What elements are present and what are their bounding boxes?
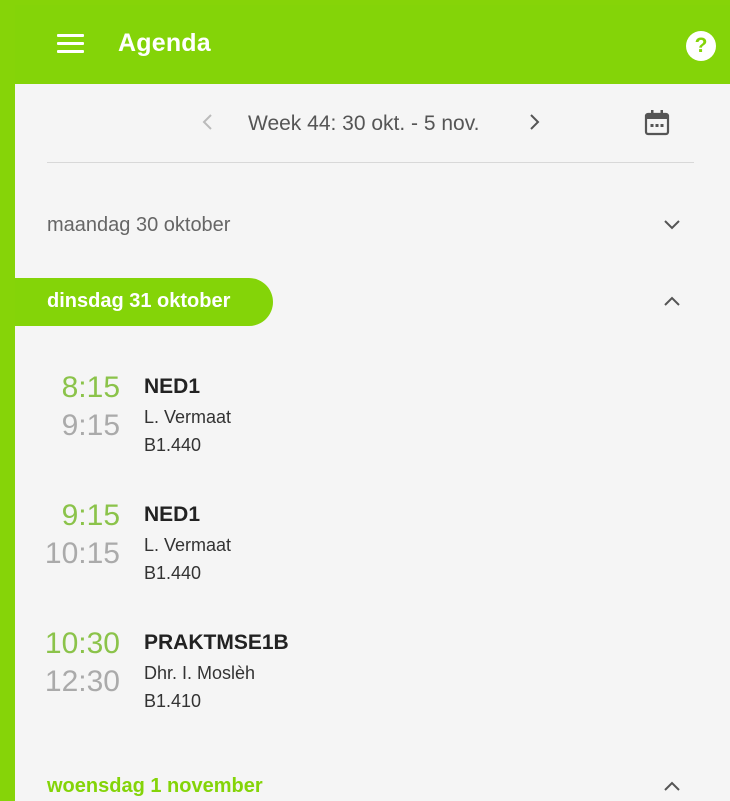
day-header-wednesday[interactable]: woensdag 1 november <box>15 763 730 801</box>
day-label: dinsdag 31 oktober <box>47 290 231 312</box>
day-header-tuesday[interactable]: dinsdag 31 oktober <box>15 278 730 328</box>
day-label: maandag 30 oktober <box>47 214 231 236</box>
day-label: woensdag 1 november <box>47 775 263 797</box>
end-time: 9:15 <box>61 409 120 442</box>
lesson-room: B1.440 <box>144 563 202 583</box>
lesson-subject: NED1 <box>144 375 201 398</box>
week-navigator: Week 44: 30 okt. - 5 nov. <box>15 84 730 164</box>
lesson-subject: NED1 <box>144 503 201 526</box>
lesson-item[interactable]: 9:15 10:15 NED1 L. Vermaat B1.440 <box>15 499 730 609</box>
chevron-right-icon[interactable] <box>522 110 546 134</box>
start-time: 9:15 <box>61 499 120 532</box>
lesson-teacher: L. Vermaat <box>144 407 232 427</box>
chevron-left-icon[interactable] <box>196 110 220 134</box>
divider <box>47 162 694 163</box>
lesson-teacher: L. Vermaat <box>144 535 232 555</box>
menu-icon[interactable] <box>56 32 86 56</box>
end-time: 12:30 <box>44 665 120 698</box>
start-time: 10:30 <box>44 627 120 660</box>
chevron-down-icon <box>660 212 684 236</box>
lesson-item[interactable]: 10:30 12:30 PRAKTMSE1B Dhr. I. Moslèh B1… <box>15 627 730 737</box>
start-time: 8:15 <box>61 371 120 404</box>
lesson-teacher: Dhr. I. Moslèh <box>144 663 256 683</box>
help-icon[interactable]: ? <box>686 31 716 61</box>
lesson-subject: PRAKTMSE1B <box>144 631 289 654</box>
week-label: Week 44: 30 okt. - 5 nov. <box>248 112 480 135</box>
day-header-monday[interactable]: maandag 30 oktober <box>15 200 730 250</box>
lesson-room: B1.440 <box>144 435 202 455</box>
chevron-up-icon <box>660 290 684 314</box>
calendar-icon[interactable] <box>642 108 672 138</box>
chevron-up-icon <box>660 775 684 799</box>
page-title: Agenda <box>118 29 211 57</box>
app-window: Agenda ? Week 44: 30 okt. - 5 nov. maand… <box>15 5 730 801</box>
app-bar: Agenda ? <box>15 5 730 84</box>
end-time: 10:15 <box>44 537 120 570</box>
lesson-room: B1.410 <box>144 691 202 711</box>
lesson-item[interactable]: 8:15 9:15 NED1 L. Vermaat B1.440 <box>15 371 730 481</box>
